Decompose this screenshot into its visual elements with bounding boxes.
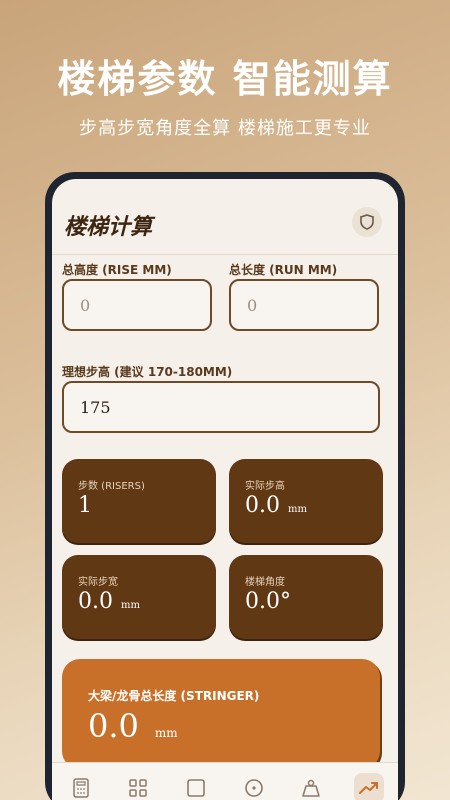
stringer-label: 大梁/龙骨总长度 (STRINGER) xyxy=(88,689,260,703)
total-height-input[interactable]: 0 xyxy=(62,279,212,331)
total-length-label: 总长度 (RUN MM) xyxy=(229,263,338,277)
tab-calculator[interactable] xyxy=(66,773,96,800)
stair-angle-card: 楼梯角度 0.0° xyxy=(229,555,383,639)
stringer-value: 0.0 mm xyxy=(88,707,178,745)
tab-square[interactable] xyxy=(181,773,211,800)
actual-tread-card: 实际步宽 0.0 mm xyxy=(62,555,216,639)
total-length-input[interactable]: 0 xyxy=(229,279,379,331)
shield-button[interactable] xyxy=(352,207,382,237)
shield-icon xyxy=(360,214,374,230)
ideal-step-input[interactable]: 175 xyxy=(62,381,380,433)
tab-circle[interactable] xyxy=(239,773,269,800)
actual-tread-value: 0.0 mm xyxy=(78,589,140,614)
hero-subtitle: 步高步宽角度全算 楼梯施工更专业 xyxy=(79,118,371,139)
stair-angle-label: 楼梯角度 xyxy=(245,577,285,588)
calculator-icon xyxy=(73,777,89,798)
tab-bar xyxy=(52,762,398,800)
tab-trending[interactable] xyxy=(354,772,385,800)
hero-title: 楼梯参数 智能测算 xyxy=(57,57,393,101)
circle-dot-icon xyxy=(244,778,263,797)
trending-up-icon xyxy=(359,781,379,794)
actual-tread-unit: mm xyxy=(121,600,140,611)
actual-rise-unit: mm xyxy=(288,504,307,515)
tab-grid[interactable] xyxy=(123,773,153,800)
actual-tread-label: 实际步宽 xyxy=(78,577,118,588)
app-screen: 楼梯计算 总高度 (RISE MM) 0 总长度 (RUN MM) 0 理想步高… xyxy=(52,179,398,800)
app-header: 楼梯计算 xyxy=(52,179,398,255)
risers-card: 步数 (RISERS) 1 xyxy=(62,459,216,543)
stringer-unit: mm xyxy=(154,726,178,740)
total-height-label: 总高度 (RISE MM) xyxy=(62,263,172,277)
actual-rise-value: 0.0 mm xyxy=(245,493,307,518)
tab-weight[interactable] xyxy=(296,773,326,800)
square-icon xyxy=(187,778,205,797)
phone-frame: 楼梯计算 总高度 (RISE MM) 0 总长度 (RUN MM) 0 理想步高… xyxy=(45,172,405,800)
risers-label: 步数 (RISERS) xyxy=(78,481,145,492)
stringer-card: 大梁/龙骨总长度 (STRINGER) 0.0 mm xyxy=(62,659,380,769)
weight-icon xyxy=(302,779,321,797)
risers-value: 1 xyxy=(78,493,92,518)
actual-rise-label: 实际步高 xyxy=(245,481,285,492)
grid-icon xyxy=(129,778,148,797)
ideal-step-label: 理想步高 (建议 170-180MM) xyxy=(62,365,233,379)
app-title: 楼梯计算 xyxy=(64,214,153,240)
stair-angle-value: 0.0° xyxy=(245,589,291,614)
actual-rise-card: 实际步高 0.0 mm xyxy=(229,459,383,543)
